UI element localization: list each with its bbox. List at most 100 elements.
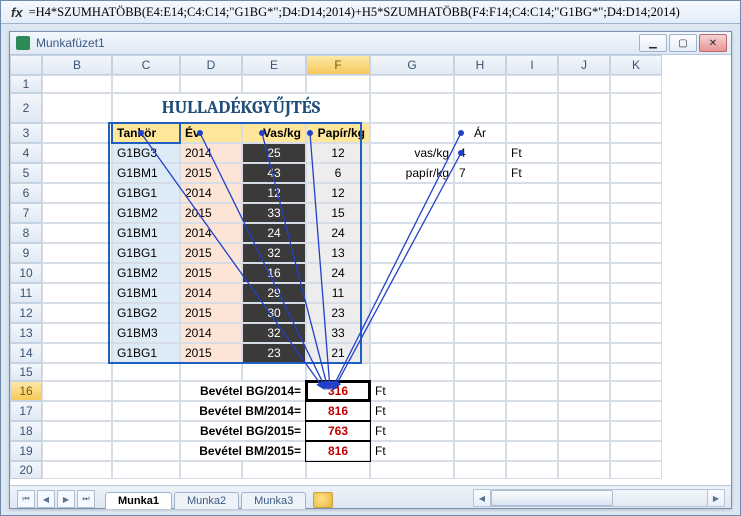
data-cell[interactable]: 12 bbox=[306, 183, 370, 203]
col-header[interactable]: I bbox=[506, 55, 558, 75]
data-cell[interactable]: G1BG1 bbox=[112, 243, 180, 263]
row-header[interactable]: 17 bbox=[10, 401, 42, 421]
data-cell[interactable]: 25 bbox=[242, 143, 306, 163]
data-cell[interactable]: 43 bbox=[242, 163, 306, 183]
main-title: HULLADÉKGYŰJTÉS bbox=[112, 93, 370, 123]
data-cell[interactable]: 21 bbox=[306, 343, 370, 363]
price-papir-value[interactable]: 7 bbox=[454, 163, 506, 183]
data-cell[interactable]: 12 bbox=[306, 143, 370, 163]
tab-nav-prev-icon[interactable]: ◀ bbox=[37, 490, 55, 508]
sheet-tab-munka1[interactable]: Munka1 bbox=[105, 492, 172, 509]
data-cell[interactable]: 2014 bbox=[180, 283, 242, 303]
row-header[interactable]: 5 bbox=[10, 163, 42, 183]
revenue-value[interactable]: 816 bbox=[306, 401, 370, 421]
data-cell[interactable]: 2014 bbox=[180, 223, 242, 243]
col-header[interactable]: E bbox=[242, 55, 306, 75]
row-header[interactable]: 8 bbox=[10, 223, 42, 243]
col-header[interactable]: G bbox=[370, 55, 454, 75]
data-cell[interactable]: G1BG1 bbox=[112, 343, 180, 363]
col-header[interactable]: C bbox=[112, 55, 180, 75]
data-cell[interactable]: 29 bbox=[242, 283, 306, 303]
data-cell[interactable]: 33 bbox=[306, 323, 370, 343]
col-header[interactable]: D bbox=[180, 55, 242, 75]
data-cell[interactable]: 13 bbox=[306, 243, 370, 263]
data-cell[interactable]: G1BM1 bbox=[112, 223, 180, 243]
row-header[interactable]: 19 bbox=[10, 441, 42, 461]
data-cell[interactable]: 24 bbox=[306, 223, 370, 243]
spreadsheet-grid[interactable]: B C D E F G H I J K 1 2 HULLADÉKGYŰJTÉS bbox=[10, 55, 662, 479]
revenue-value[interactable]: 816 bbox=[306, 441, 370, 461]
data-cell[interactable]: G1BG1 bbox=[112, 183, 180, 203]
row-header[interactable]: 10 bbox=[10, 263, 42, 283]
sheet-tab-munka2[interactable]: Munka2 bbox=[174, 492, 239, 509]
data-cell[interactable]: 23 bbox=[306, 303, 370, 323]
close-button[interactable]: ✕ bbox=[699, 34, 727, 52]
data-cell[interactable]: 2015 bbox=[180, 303, 242, 323]
row-header[interactable]: 20 bbox=[10, 461, 42, 479]
data-cell[interactable]: 32 bbox=[242, 323, 306, 343]
col-header[interactable]: J bbox=[558, 55, 610, 75]
scroll-right-icon[interactable]: ▶ bbox=[707, 490, 724, 506]
col-header[interactable]: H bbox=[454, 55, 506, 75]
data-cell[interactable]: 33 bbox=[242, 203, 306, 223]
revenue-value-active[interactable]: 316 bbox=[306, 381, 370, 401]
row-header[interactable]: 7 bbox=[10, 203, 42, 223]
data-cell[interactable]: 24 bbox=[242, 223, 306, 243]
data-cell[interactable]: G1BM1 bbox=[112, 283, 180, 303]
row-header[interactable]: 3 bbox=[10, 123, 42, 143]
row-header[interactable]: 4 bbox=[10, 143, 42, 163]
data-cell[interactable]: G1BG3 bbox=[112, 143, 180, 163]
revenue-value[interactable]: 763 bbox=[306, 421, 370, 441]
data-cell[interactable]: 32 bbox=[242, 243, 306, 263]
sheet-tab-munka3[interactable]: Munka3 bbox=[241, 492, 306, 509]
data-cell[interactable]: 11 bbox=[306, 283, 370, 303]
data-cell[interactable]: 16 bbox=[242, 263, 306, 283]
data-cell[interactable]: 24 bbox=[306, 263, 370, 283]
minimize-button[interactable]: ▁ bbox=[639, 34, 667, 52]
data-cell[interactable]: 2015 bbox=[180, 343, 242, 363]
data-cell[interactable]: 2014 bbox=[180, 143, 242, 163]
data-cell[interactable]: 2014 bbox=[180, 183, 242, 203]
row-header[interactable]: 9 bbox=[10, 243, 42, 263]
tab-nav-last-icon[interactable]: ⏭ bbox=[77, 490, 95, 508]
grid-area[interactable]: B C D E F G H I J K 1 2 HULLADÉKGYŰJTÉS bbox=[10, 55, 731, 485]
row-header[interactable]: 16 bbox=[10, 381, 42, 401]
col-header[interactable]: B bbox=[42, 55, 112, 75]
data-cell[interactable]: 2015 bbox=[180, 263, 242, 283]
row-header[interactable]: 13 bbox=[10, 323, 42, 343]
data-cell[interactable]: 6 bbox=[306, 163, 370, 183]
data-cell[interactable]: 15 bbox=[306, 203, 370, 223]
horizontal-scrollbar[interactable]: ◀ ▶ bbox=[473, 489, 725, 507]
restore-button[interactable]: ▢ bbox=[669, 34, 697, 52]
tab-nav-next-icon[interactable]: ▶ bbox=[57, 490, 75, 508]
data-cell[interactable]: 2015 bbox=[180, 203, 242, 223]
tab-nav-first-icon[interactable]: ⏮ bbox=[17, 490, 35, 508]
data-cell[interactable]: 30 bbox=[242, 303, 306, 323]
data-cell[interactable]: G1BM2 bbox=[112, 203, 180, 223]
fx-icon[interactable]: fx bbox=[5, 5, 29, 20]
data-cell[interactable]: 12 bbox=[242, 183, 306, 203]
data-cell[interactable]: 2015 bbox=[180, 243, 242, 263]
data-cell[interactable]: 2015 bbox=[180, 163, 242, 183]
select-all-corner[interactable] bbox=[10, 55, 42, 75]
row-header[interactable]: 18 bbox=[10, 421, 42, 441]
scroll-thumb[interactable] bbox=[491, 490, 613, 506]
row-header[interactable]: 6 bbox=[10, 183, 42, 203]
col-header[interactable]: K bbox=[610, 55, 662, 75]
scroll-left-icon[interactable]: ◀ bbox=[474, 490, 491, 506]
data-cell[interactable]: 2014 bbox=[180, 323, 242, 343]
data-cell[interactable]: 23 bbox=[242, 343, 306, 363]
data-cell[interactable]: G1BM1 bbox=[112, 163, 180, 183]
row-header[interactable]: 2 bbox=[10, 93, 42, 123]
data-cell[interactable]: G1BG2 bbox=[112, 303, 180, 323]
new-sheet-icon[interactable] bbox=[313, 492, 333, 508]
row-header[interactable]: 11 bbox=[10, 283, 42, 303]
row-header[interactable]: 14 bbox=[10, 343, 42, 363]
col-header[interactable]: F bbox=[306, 55, 370, 75]
row-header[interactable]: 1 bbox=[10, 75, 42, 93]
data-cell[interactable]: G1BM3 bbox=[112, 323, 180, 343]
row-header[interactable]: 12 bbox=[10, 303, 42, 323]
data-cell[interactable]: G1BM2 bbox=[112, 263, 180, 283]
formula-input[interactable]: =H4*SZUMHATÖBB(E4:E14;C4:C14;"G1BG*";D4:… bbox=[29, 5, 736, 20]
row-header[interactable]: 15 bbox=[10, 363, 42, 381]
